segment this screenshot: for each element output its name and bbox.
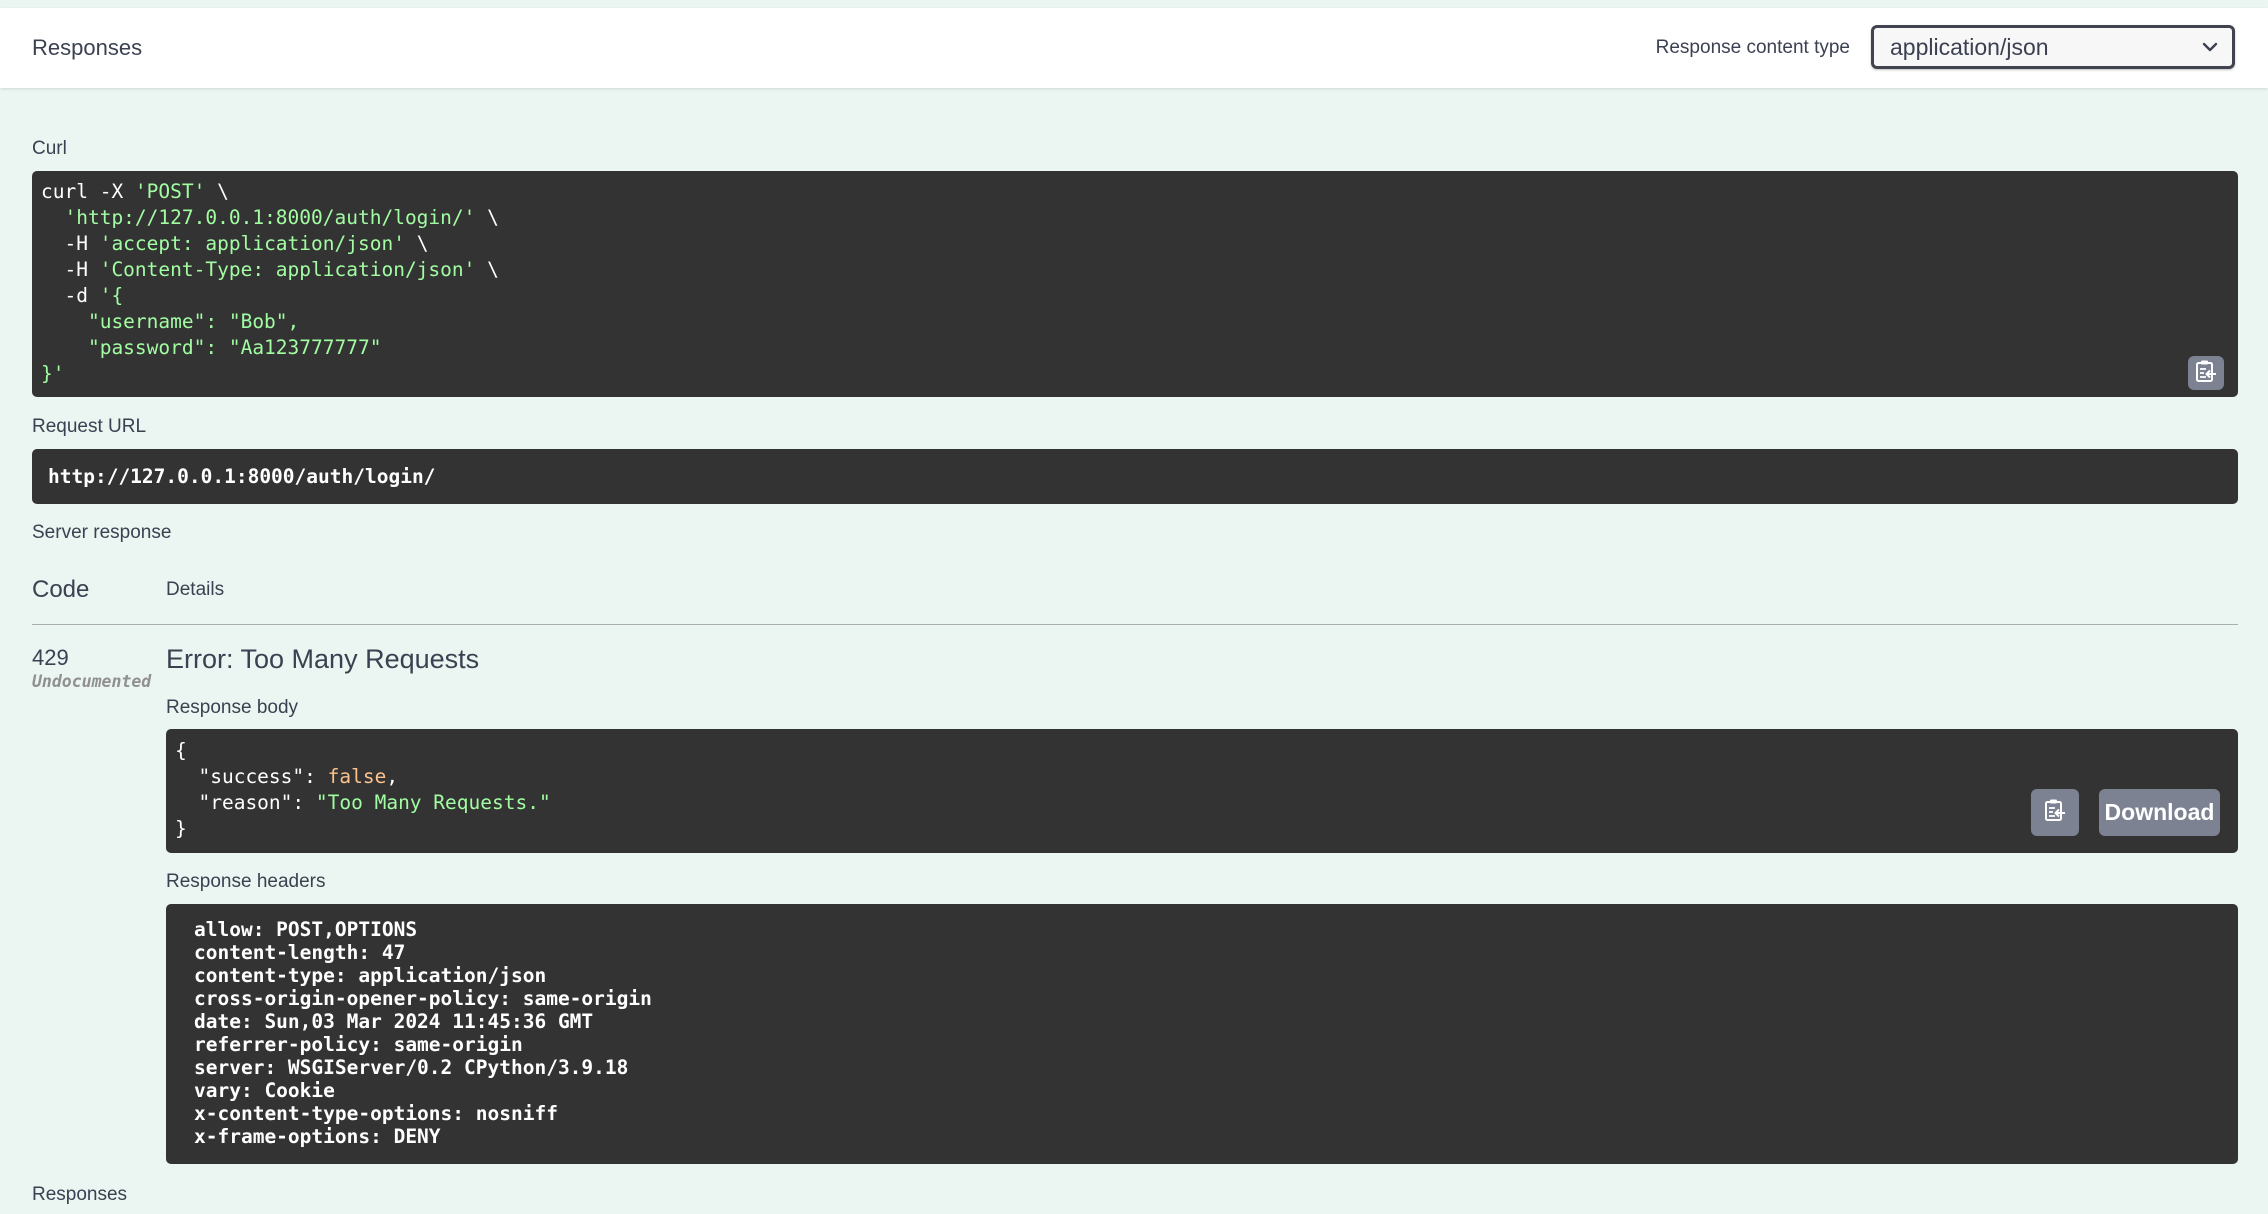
code-token: } (175, 817, 187, 840)
curl-copy-button[interactable] (2188, 356, 2224, 390)
curl-line: "username": "Bob", (41, 309, 2229, 335)
responses-header-bar: Responses Response content type applicat… (0, 8, 2268, 88)
curl-line: -H 'accept: application/json' \ (41, 231, 2229, 257)
response-content-type-select[interactable]: application/json (1871, 25, 2235, 69)
code-token: \ (475, 258, 499, 281)
code-token: \ (404, 232, 429, 255)
code-token: "password": "Aa123777777" (41, 336, 382, 359)
code-token: "reason": (175, 791, 316, 814)
code-token: -d (41, 284, 100, 307)
response-header-line: date: Sun,03 Mar 2024 11:45:36 GMT (194, 1010, 594, 1033)
server-response-label: Server response (32, 522, 172, 543)
response-content-type-value: application/json (1890, 34, 2049, 60)
clipboard-copy-icon (2195, 359, 2217, 388)
response-status-code: 429 (32, 645, 69, 670)
curl-line: }' (41, 361, 2229, 387)
response-headers-label: Response headers (166, 871, 326, 892)
code-token: -H (41, 232, 100, 255)
code-token: "username": "Bob", (41, 310, 300, 333)
details-column-header: Details (166, 579, 225, 600)
responses-title: Responses (32, 35, 143, 60)
table-divider (32, 624, 2238, 625)
code-token: false (327, 765, 387, 788)
curl-label: Curl (32, 138, 67, 159)
response-body-line: } (175, 816, 2229, 842)
response-body-label: Response body (166, 697, 299, 718)
response-header-line: content-type: application/json (194, 964, 547, 987)
code-token: curl -X (41, 180, 135, 203)
response-headers-list: allow: POST,OPTIONS content-length: 47 con… (194, 918, 2210, 1148)
response-body-block: { "success": false, "reason": "Too Many … (166, 729, 2238, 853)
error-title: Error: Too Many Requests (166, 644, 480, 674)
response-header-line: content-length: 47 (194, 941, 406, 964)
code-token: '{ (99, 284, 124, 307)
response-body-json: { "success": false, "reason": "Too Many … (175, 738, 2229, 842)
responses-footer-label: Responses (32, 1184, 128, 1205)
request-url-label: Request URL (32, 416, 147, 437)
response-body-line: { (175, 738, 2229, 764)
code-token: -H (41, 258, 100, 281)
undocumented-badge: Undocumented (32, 672, 152, 691)
response-header-line: x-content-type-options: nosniff (194, 1102, 558, 1125)
code-token: 'Content-Type: application/json' (99, 258, 476, 281)
response-headers-block: allow: POST,OPTIONS content-length: 47 con… (166, 904, 2238, 1164)
code-token: \ (475, 206, 499, 229)
response-body-line: "success": false, (175, 764, 2229, 790)
curl-command: curl -X 'POST' \ 'http://127.0.0.1:8000/… (41, 179, 2229, 387)
response-content-type-label: Response content type (1655, 37, 1850, 58)
response-header-line: allow: POST,OPTIONS (194, 918, 418, 941)
code-token: "success": (175, 765, 328, 788)
clipboard-copy-icon (2044, 798, 2066, 827)
curl-code-block: curl -X 'POST' \ 'http://127.0.0.1:8000/… (32, 171, 2238, 397)
curl-line: "password": "Aa123777777" (41, 335, 2229, 361)
response-header-line: vary: Cookie (194, 1079, 335, 1102)
request-url-block: http://127.0.0.1:8000/auth/login/ (32, 449, 2238, 504)
code-token: "Too Many Requests." (315, 791, 551, 814)
code-token: }' (41, 362, 65, 385)
chevron-down-icon (2202, 28, 2218, 66)
download-button[interactable]: Download (2099, 789, 2220, 836)
response-header-line: cross-origin-opener-policy: same-origin (194, 987, 652, 1010)
response-body-line: "reason": "Too Many Requests." (175, 790, 2229, 816)
response-body-copy-button[interactable] (2031, 789, 2079, 836)
code-token: 'http://127.0.0.1:8000/auth/login/' (64, 206, 476, 229)
curl-line: -H 'Content-Type: application/json' \ (41, 257, 2229, 283)
response-header-line: x-frame-options: DENY (194, 1125, 441, 1148)
curl-line: -d '{ (41, 283, 2229, 309)
code-token: \ (205, 180, 229, 203)
response-header-line: referrer-policy: same-origin (194, 1033, 523, 1056)
curl-line: curl -X 'POST' \ (41, 179, 2229, 205)
code-token: { (175, 739, 187, 762)
code-token: , (386, 765, 399, 788)
curl-line: 'http://127.0.0.1:8000/auth/login/' \ (41, 205, 2229, 231)
code-column-header: Code (32, 576, 90, 603)
response-header-line: server: WSGIServer/0.2 CPython/3.9.18 (194, 1056, 629, 1079)
code-token: 'POST' (134, 180, 206, 203)
code-token: 'accept: application/json' (99, 232, 405, 255)
